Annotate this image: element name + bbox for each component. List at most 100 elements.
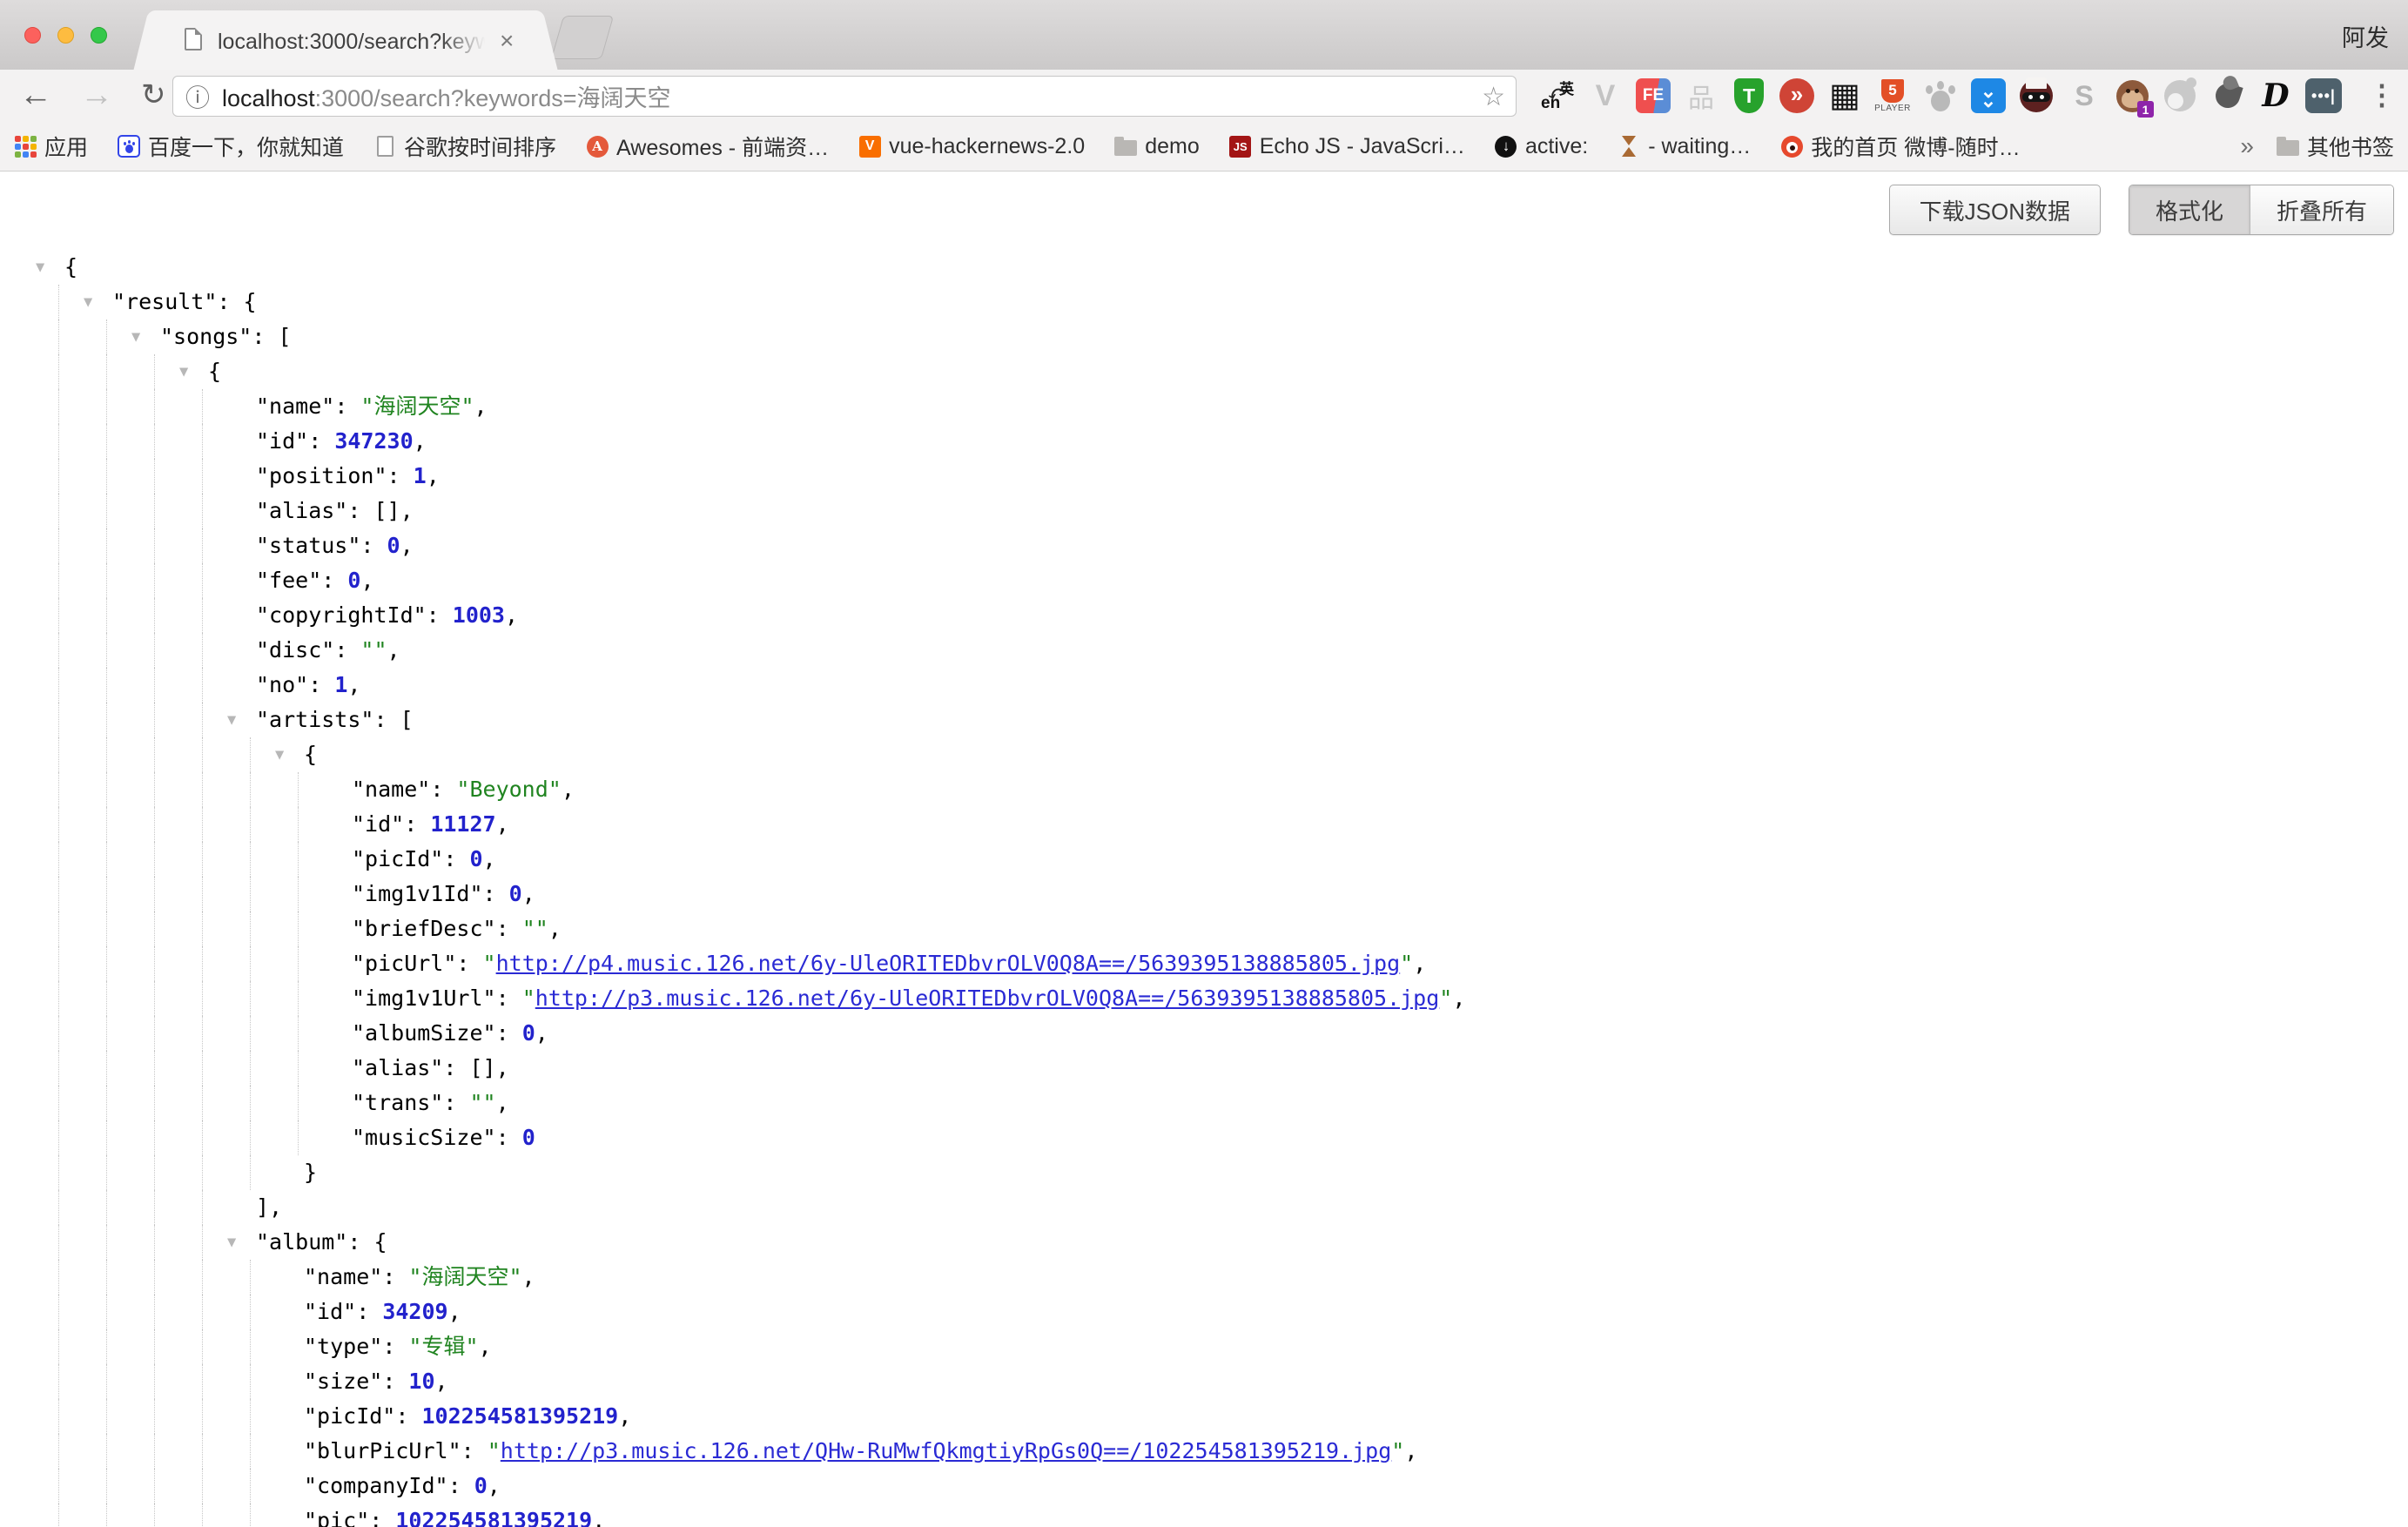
monkey-icon[interactable]: 1	[2114, 77, 2150, 115]
html5-player-icon[interactable]: 5PLAYER	[1874, 77, 1911, 115]
fast-forward-icon[interactable]: »	[1779, 77, 1815, 115]
minimize-window-button[interactable]	[57, 27, 74, 44]
gray-creature-icon[interactable]	[2162, 77, 2198, 115]
new-tab-button[interactable]	[551, 16, 614, 59]
indent-guide	[58, 1295, 59, 1329]
url-text[interactable]: localhost:3000/search?keywords=海阔天空	[222, 79, 671, 113]
translate-icon[interactable]: 英⤺en	[1539, 77, 1576, 115]
collapse-triangle-icon[interactable]: ▼	[227, 1225, 236, 1260]
indent-guide	[106, 1329, 107, 1364]
blackletter-d-icon[interactable]: D	[2257, 77, 2294, 115]
json-punctuation: ,	[474, 394, 488, 419]
mask-icon[interactable]	[2018, 77, 2055, 115]
json-key: "briefDesc"	[352, 916, 496, 941]
vue-icon[interactable]: V	[1587, 77, 1624, 115]
collapse-triangle-icon[interactable]: ▼	[131, 320, 140, 354]
bookmark-star-icon[interactable]: ☆	[1482, 82, 1505, 112]
json-punctuation: :	[427, 602, 453, 628]
indent-guide	[58, 1399, 59, 1434]
bookmarks-overflow-icon[interactable]: »	[2240, 132, 2254, 160]
indent-guide	[58, 1364, 59, 1399]
bookmark-item[interactable]: 谷歌按时间排序	[373, 131, 556, 162]
collapse-triangle-icon[interactable]: ▼	[227, 703, 236, 737]
indent-guide	[154, 772, 155, 807]
indent-guide	[298, 1051, 299, 1086]
bookmark-item[interactable]: ↓active:	[1495, 134, 1588, 159]
indent-guide	[106, 1503, 107, 1527]
json-punctuation: ,	[496, 1090, 509, 1115]
profile-name[interactable]: 阿发	[2342, 19, 2389, 53]
double-chevron-icon[interactable]: ⌄⌄	[1970, 77, 2007, 115]
collapse-triangle-icon[interactable]: ▼	[84, 285, 92, 320]
collapse-triangle-icon[interactable]: ▼	[179, 354, 188, 389]
json-string-value: "Beyond"	[456, 777, 561, 802]
indent-guide	[106, 320, 107, 354]
other-bookmarks-folder[interactable]: 其他书签	[2277, 131, 2394, 162]
json-line: "musicSize": 0	[0, 1120, 2408, 1155]
indent-guide	[202, 1190, 203, 1225]
reload-icon[interactable]: ↻	[141, 75, 166, 115]
collapse-all-button[interactable]: 折叠所有	[2250, 185, 2393, 234]
json-link[interactable]: http://p3.music.126.net/QHw-RuMwfQkmgtiy…	[501, 1438, 1392, 1463]
bookmark-item[interactable]: JSEcho JS - JavaScri…	[1229, 134, 1465, 159]
bookmark-item[interactable]: Vvue-hackernews-2.0	[858, 134, 1085, 159]
indent-guide	[154, 1364, 155, 1399]
qr-code-icon[interactable]: ▦	[1826, 77, 1863, 115]
page-info-icon[interactable]: ⓘ	[185, 79, 210, 114]
json-punctuation: :	[382, 1334, 408, 1359]
collapse-triangle-icon[interactable]: ▼	[36, 250, 44, 285]
tab-close-icon[interactable]: ×	[500, 28, 514, 54]
paw-icon[interactable]	[1922, 77, 1959, 115]
hummingbird-icon[interactable]	[2210, 77, 2246, 115]
tab-localhost[interactable]: localhost:3000/search?keywor ×	[153, 10, 538, 70]
json-punctuation: ,	[488, 1473, 501, 1498]
json-line: "id": 34209,	[0, 1295, 2408, 1329]
indent-guide	[58, 807, 59, 842]
indent-guide	[202, 981, 203, 1016]
indent-guide	[202, 598, 203, 633]
json-punctuation: ,	[548, 916, 562, 941]
json-punctuation: {	[208, 359, 221, 384]
maximize-window-button[interactable]	[91, 27, 107, 44]
sitemap-icon[interactable]: 品	[1683, 77, 1719, 115]
json-line: "img1v1Url": "http://p3.music.126.net/6y…	[0, 981, 2408, 1016]
collapse-triangle-icon[interactable]: ▼	[275, 737, 284, 772]
json-key: "id"	[352, 811, 404, 837]
bookmark-item[interactable]: - waiting…	[1618, 134, 1751, 159]
indent-guide	[106, 1225, 107, 1260]
json-key: "img1v1Id"	[352, 881, 483, 906]
fe-icon[interactable]: FE	[1635, 77, 1671, 115]
password-dots-icon[interactable]: •••|	[2305, 77, 2342, 115]
json-link[interactable]: http://p4.music.126.net/6y-UleORITEDbvrO…	[496, 951, 1401, 976]
download-json-button[interactable]: 下载JSON数据	[1889, 185, 2101, 235]
json-link[interactable]: http://p3.music.126.net/6y-UleORITEDbvrO…	[535, 985, 1440, 1011]
indent-guide	[58, 633, 59, 668]
bookmark-item[interactable]: 我的首页 微博-随时…	[1780, 131, 2020, 162]
json-punctuation: :	[382, 1369, 408, 1394]
json-line: ▼{	[0, 250, 2408, 285]
json-string-value: "专辑"	[408, 1334, 478, 1359]
bookmark-item[interactable]: 百度一下，你就知道	[118, 131, 344, 162]
chrome-menu-icon[interactable]: ⋮	[2368, 78, 2396, 111]
indent-guide	[298, 946, 299, 981]
indent-guide	[154, 459, 155, 494]
bookmark-item[interactable]: demo	[1114, 134, 1200, 159]
json-punctuation: :	[356, 1299, 382, 1324]
json-key: "copyrightId"	[256, 602, 427, 628]
json-punctuation: : [],	[443, 1055, 508, 1080]
address-bar[interactable]: ⓘ localhost:3000/search?keywords=海阔天空 ☆	[172, 76, 1517, 117]
indent-guide	[58, 1155, 59, 1190]
json-key: "name"	[304, 1264, 382, 1289]
format-button[interactable]: 格式化	[2129, 185, 2250, 234]
s-icon[interactable]: S	[2066, 77, 2102, 115]
shield-t-icon[interactable]: T	[1731, 77, 1767, 115]
bookmark-item[interactable]: AAwesomes - 前端资…	[586, 131, 829, 162]
title-bar: localhost:3000/search?keywor × 阿发	[0, 0, 2408, 70]
indent-guide	[250, 1503, 251, 1527]
indent-guide	[250, 981, 251, 1016]
json-line: "picId": 0,	[0, 842, 2408, 877]
back-icon[interactable]: ←	[19, 75, 52, 115]
close-window-button[interactable]	[24, 27, 41, 44]
indent-guide	[58, 703, 59, 737]
bookmark-item[interactable]: 应用	[14, 131, 88, 162]
